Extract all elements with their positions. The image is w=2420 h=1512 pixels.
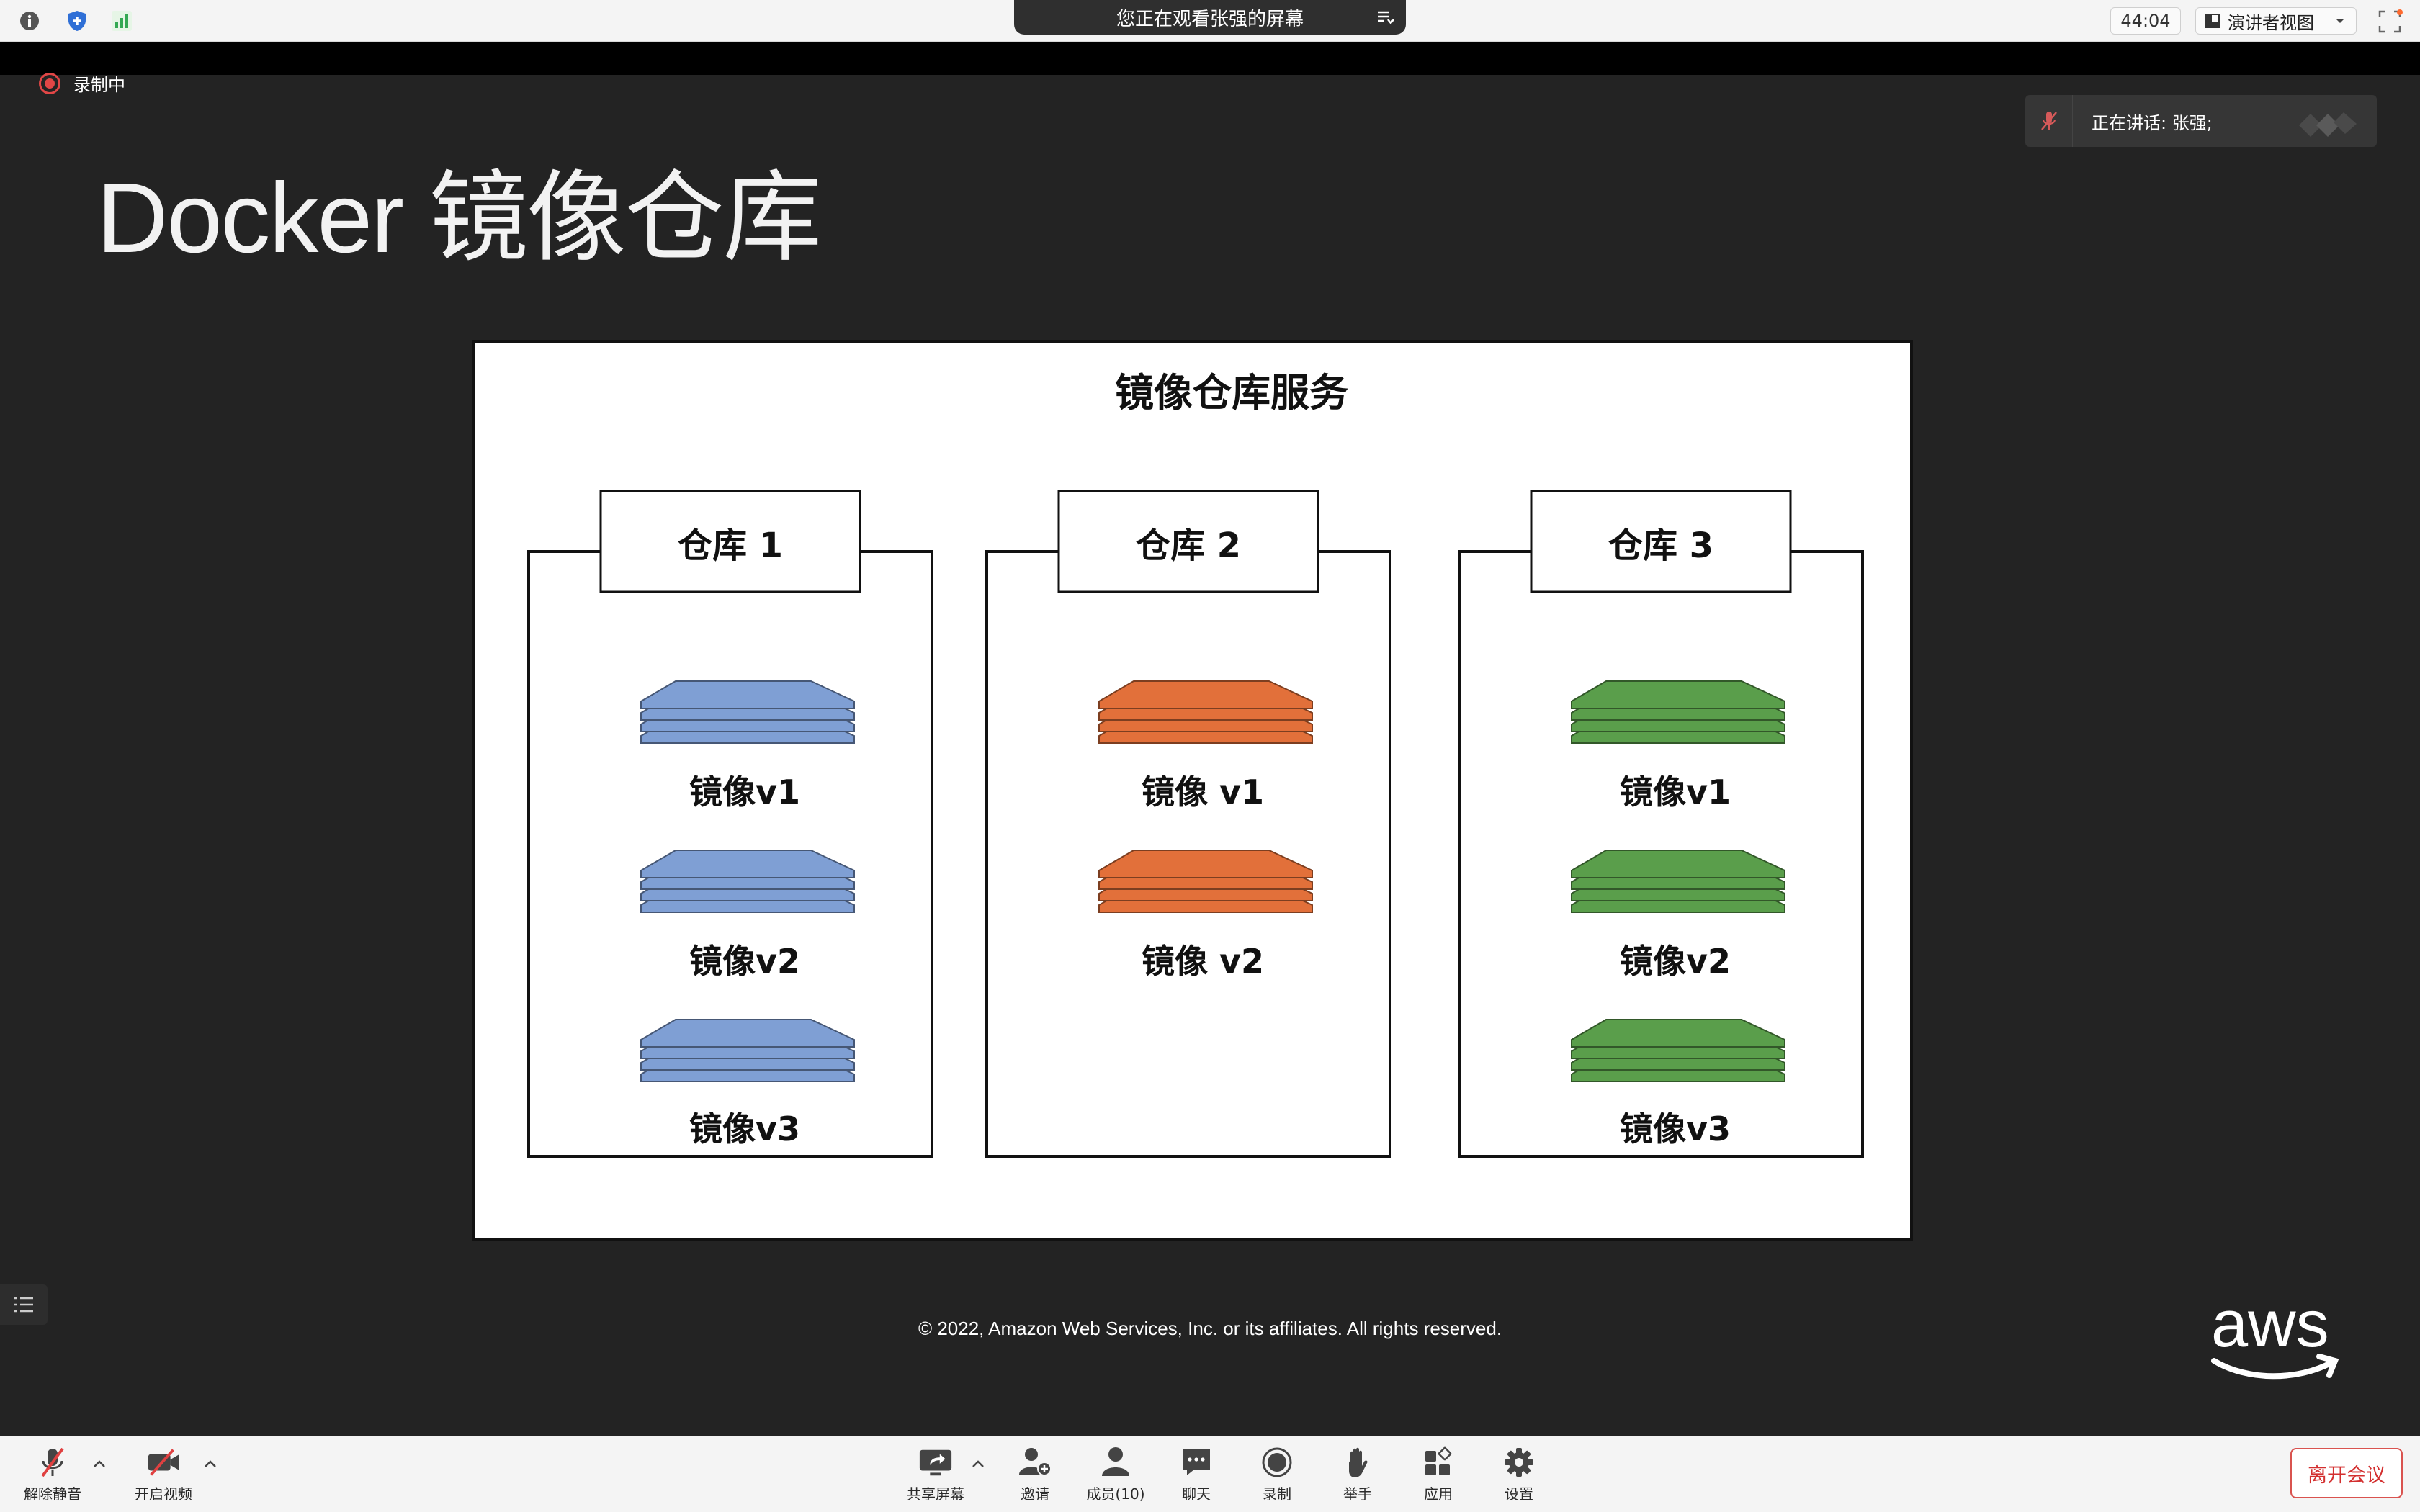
image-version-label: 镜像v1	[1620, 773, 1731, 811]
image-layer-stack-icon	[1571, 680, 1785, 744]
image-layer-stack-icon	[640, 1019, 855, 1082]
invite-button[interactable]: 邀请	[995, 1445, 1075, 1510]
apps-grid-icon	[1420, 1445, 1456, 1480]
chat-label: 聊天	[1182, 1485, 1211, 1503]
repository-name: 仓库 3	[1608, 526, 1713, 566]
record-icon	[1259, 1445, 1295, 1480]
audio-options-caret-icon[interactable]	[91, 1455, 108, 1472]
repository-name: 仓库 2	[1136, 526, 1241, 566]
speaker-text: 正在讲话: 张强;	[2092, 112, 2213, 133]
repository-2: 仓库 2 镜像 v1 镜像 v2	[985, 490, 1392, 1158]
aws-logo-text: aws	[2211, 1296, 2329, 1361]
security-shield-icon[interactable]	[65, 9, 89, 33]
gear-icon	[1501, 1445, 1537, 1480]
repository-3: 仓库 3 镜像v1 镜像v2 镜像v3	[1458, 490, 1864, 1158]
image-layer-stack-icon	[1571, 1019, 1785, 1082]
participants-label: 成员(10)	[1086, 1485, 1145, 1503]
image-layer-stack-icon	[1098, 850, 1313, 913]
list-icon	[14, 1297, 33, 1313]
image-layer-stack-icon	[1098, 680, 1313, 744]
participants-button[interactable]: 成员(10)	[1076, 1445, 1155, 1510]
add-person-icon	[1017, 1445, 1053, 1480]
active-speaker-panel: 正在讲话: 张强;	[2025, 95, 2377, 147]
participants-icon	[1098, 1445, 1134, 1480]
chat-button[interactable]: 聊天	[1157, 1445, 1236, 1510]
signal-strength-icon[interactable]	[109, 9, 134, 33]
record-dot-icon	[39, 72, 60, 94]
settings-label: 设置	[1505, 1485, 1533, 1503]
slide-copyright: © 2022, Amazon Web Services, Inc. or its…	[918, 1318, 1502, 1339]
speaker-view-icon	[2205, 14, 2220, 28]
chat-bubble-icon	[1178, 1445, 1214, 1480]
share-screen-button[interactable]: 共享屏幕	[896, 1445, 975, 1510]
raise-hand-label: 举手	[1343, 1485, 1372, 1503]
image-version-label: 镜像 v1	[1142, 773, 1264, 811]
start-video-label: 开启视频	[135, 1485, 192, 1503]
screen-share-banner: 您正在观看张强的屏幕	[1014, 0, 1406, 35]
recording-indicator[interactable]: 录制中	[39, 71, 125, 96]
diagram-title: 镜像仓库服务	[1115, 370, 1348, 415]
share-screen-label: 共享屏幕	[907, 1485, 964, 1503]
image-version-label: 镜像v2	[1620, 942, 1731, 981]
muted-mic-icon	[35, 1445, 71, 1480]
video-off-icon	[145, 1445, 182, 1480]
invite-label: 邀请	[1021, 1485, 1049, 1503]
repository-name: 仓库 1	[678, 526, 783, 566]
speaker-avatar-logo	[2299, 112, 2357, 137]
unmute-button[interactable]: 解除静音	[13, 1445, 92, 1510]
image-version-label: 镜像v1	[689, 773, 800, 811]
meeting-top-bar: 您正在观看张强的屏幕 44:04 演讲者视图	[0, 0, 2420, 42]
view-options-icon[interactable]	[1374, 7, 1396, 27]
unmute-label: 解除静音	[24, 1485, 81, 1503]
record-label: 录制	[1263, 1485, 1291, 1503]
registry-diagram: 镜像仓库服务 仓库 1 镜像v1 镜像v2 镜像v3 仓库 2 镜像 v1 镜像 v2 仓库 …	[472, 340, 1913, 1241]
apps-label: 应用	[1424, 1485, 1453, 1503]
repository-1: 仓库 1 镜像v1 镜像v2 镜像v3	[527, 490, 933, 1158]
recording-label: 录制中	[73, 75, 125, 95]
meeting-timer: 44:04	[2110, 7, 2181, 35]
view-mode-label: 演讲者视图	[2228, 12, 2314, 33]
image-version-label: 镜像v3	[689, 1110, 800, 1148]
share-banner-text: 您正在观看张强的屏幕	[1116, 8, 1304, 30]
settings-button[interactable]: 设置	[1479, 1445, 1559, 1510]
start-video-button[interactable]: 开启视频	[124, 1445, 203, 1510]
view-mode-dropdown[interactable]: 演讲者视图	[2195, 7, 2357, 35]
image-layer-stack-icon	[640, 680, 855, 744]
record-button[interactable]: 录制	[1237, 1445, 1317, 1510]
info-icon[interactable]	[17, 9, 42, 33]
image-version-label: 镜像v2	[689, 942, 800, 981]
image-version-label: 镜像 v2	[1142, 942, 1264, 981]
slide-title: Docker 镜像仓库	[97, 163, 822, 274]
muted-mic-icon	[2025, 95, 2073, 147]
share-screen-icon	[918, 1445, 954, 1480]
apps-button[interactable]: 应用	[1399, 1445, 1478, 1510]
aws-logo: aws	[2204, 1287, 2348, 1392]
side-list-button[interactable]	[0, 1284, 48, 1325]
fullscreen-icon[interactable]	[2377, 9, 2403, 35]
raise-hand-button[interactable]: 举手	[1318, 1445, 1397, 1510]
video-top-band	[0, 42, 2420, 75]
leave-meeting-button[interactable]: 离开会议	[2290, 1448, 2403, 1498]
registry-diagram-svg: 镜像仓库服务 仓库 1镜像v1镜像v2镜像v3仓库 2镜像 v1镜像 v2仓库 …	[527, 370, 1864, 1158]
video-options-caret-icon[interactable]	[202, 1455, 219, 1472]
image-layer-stack-icon	[1571, 850, 1785, 913]
image-version-label: 镜像v3	[1620, 1110, 1731, 1148]
image-layer-stack-icon	[640, 850, 855, 913]
chevron-down-icon	[2336, 19, 2344, 23]
hand-icon	[1340, 1445, 1376, 1480]
share-options-caret-icon[interactable]	[969, 1455, 987, 1472]
meeting-toolbar: 解除静音 开启视频 共享屏幕 邀请 成员(10) 聊天 录制 举手 应用 设置 …	[0, 1436, 2420, 1512]
